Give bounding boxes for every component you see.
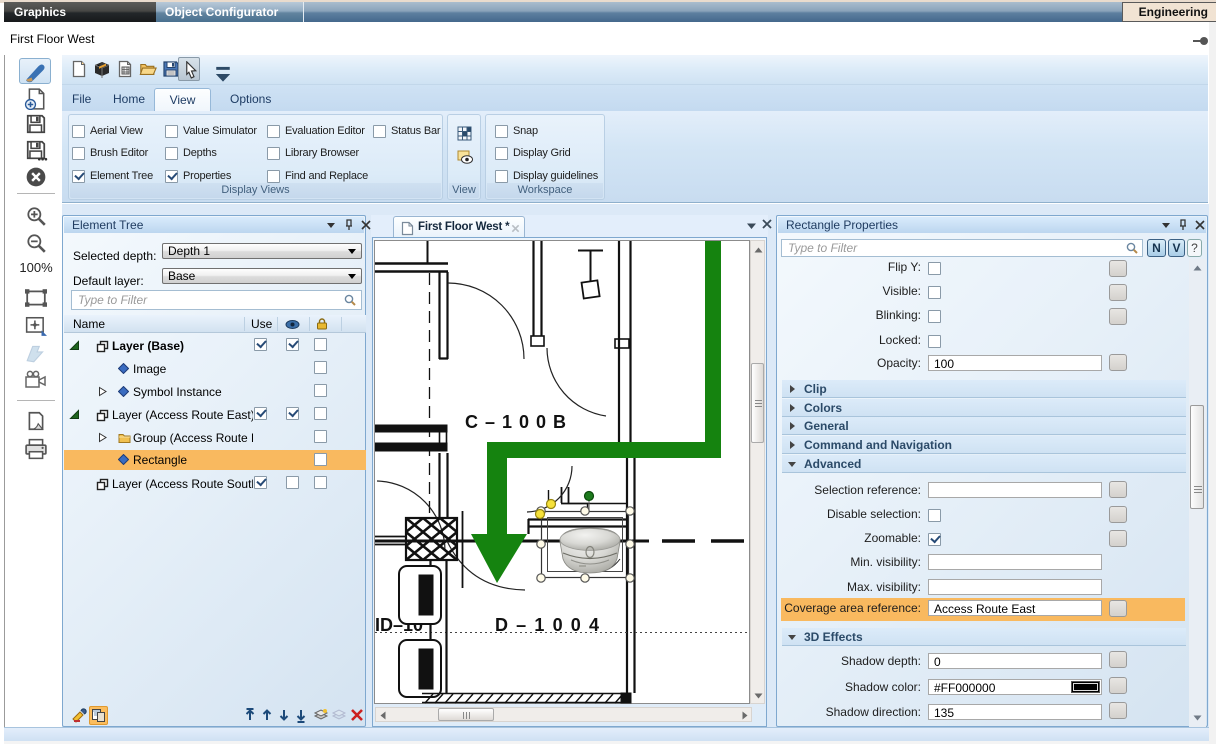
- svg-text:C–100B: C–100B: [465, 412, 566, 432]
